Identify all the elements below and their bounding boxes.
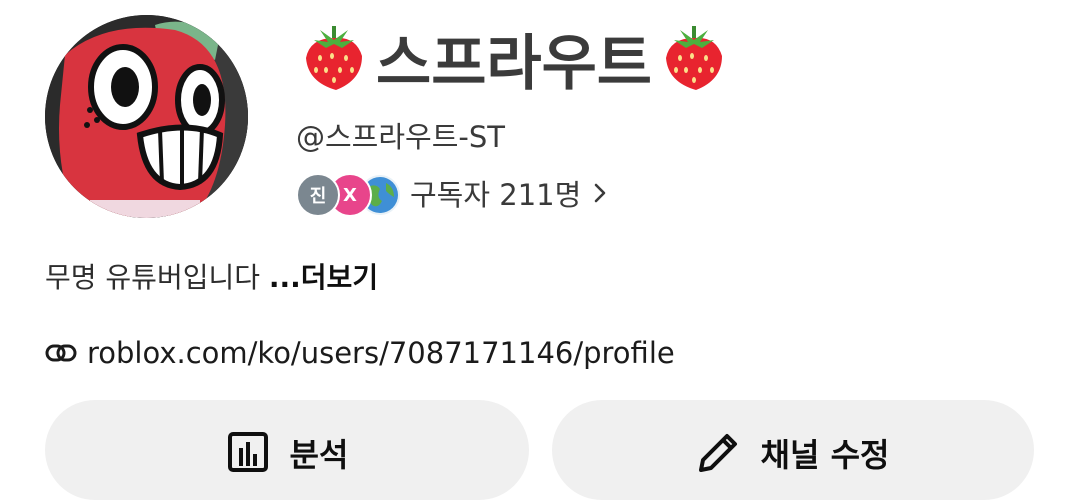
pencil-icon [698,434,737,472]
subscriber-count: 구독자 211명 [410,178,582,212]
channel-name: 스프라우트 [298,18,730,99]
analytics-icon [227,432,268,472]
edit-channel-label: 채널 수정 [760,436,890,474]
channel-name-text: 스프라우트 [376,28,652,99]
description-text: 무명 유튜버입니다 [45,261,269,294]
subscribers-row[interactable]: 진 X 구독자 211명 [296,170,607,217]
link-icon [45,344,77,362]
strawberry-emoji-icon [306,26,362,90]
link-url: roblox.com/ko/users/7087171146/profile [87,336,675,370]
analytics-label: 분석 [289,436,349,474]
subscriber-avatar: 진 [296,173,340,217]
chevron-right-icon [594,183,606,203]
edit-channel-button[interactable]: 채널 수정 [552,400,1034,500]
channel-avatar[interactable] [45,15,248,218]
strawberry-emoji-icon [666,26,722,90]
analytics-button[interactable]: 분석 [45,400,529,500]
more-link[interactable]: ...더보기 [269,261,378,294]
channel-description[interactable]: 무명 유튜버입니다 ...더보기 [45,256,378,296]
subscriber-avatars: 진 X [296,171,402,217]
channel-handle: @스프라우트-ST [296,120,505,154]
channel-link[interactable]: roblox.com/ko/users/7087171146/profile [45,332,675,374]
